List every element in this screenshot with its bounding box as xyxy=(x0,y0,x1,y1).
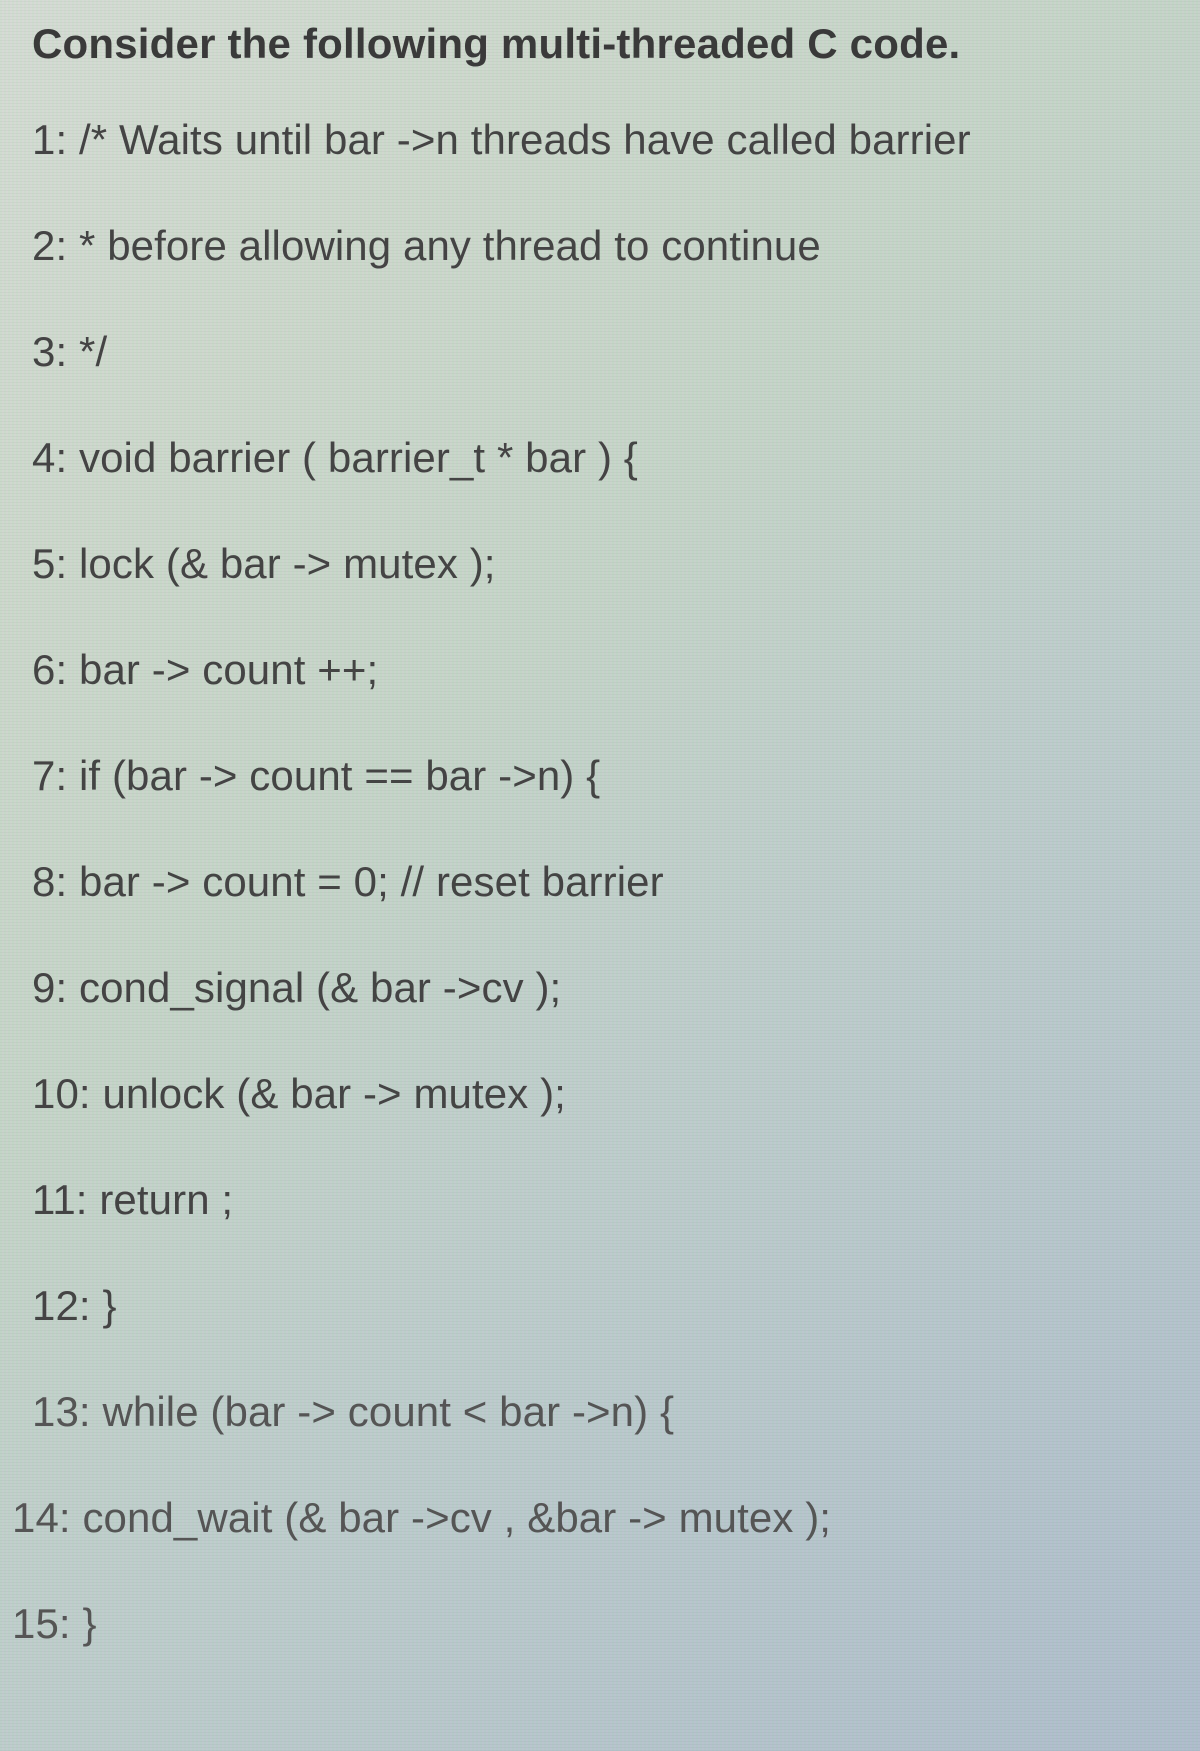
code-line-8: 8: bar -> count = 0; // reset barrier xyxy=(32,858,1200,906)
code-line-3: 3: */ xyxy=(32,328,1200,376)
code-line-1: 1: /* Waits until bar ->n threads have c… xyxy=(32,116,1200,164)
code-line-10: 10: unlock (& bar -> mutex ); xyxy=(32,1070,1200,1118)
code-line-14: 14: cond_wait (& bar ->cv , &bar -> mute… xyxy=(12,1494,1200,1542)
code-line-7: 7: if (bar -> count == bar ->n) { xyxy=(32,752,1200,800)
code-line-13: 13: while (bar -> count < bar ->n) { xyxy=(32,1388,1200,1436)
code-listing: Consider the following multi-threaded C … xyxy=(0,0,1200,1648)
code-line-4: 4: void barrier ( barrier_t * bar ) { xyxy=(32,434,1200,482)
code-line-9: 9: cond_signal (& bar ->cv ); xyxy=(32,964,1200,1012)
code-line-5: 5: lock (& bar -> mutex ); xyxy=(32,540,1200,588)
code-line-6: 6: bar -> count ++; xyxy=(32,646,1200,694)
code-line-12: 12: } xyxy=(32,1282,1200,1330)
intro-text: Consider the following multi-threaded C … xyxy=(32,20,1200,68)
code-line-11: 11: return ; xyxy=(32,1176,1200,1224)
code-line-2: 2: * before allowing any thread to conti… xyxy=(32,222,1200,270)
code-line-15: 15: } xyxy=(12,1600,1200,1648)
